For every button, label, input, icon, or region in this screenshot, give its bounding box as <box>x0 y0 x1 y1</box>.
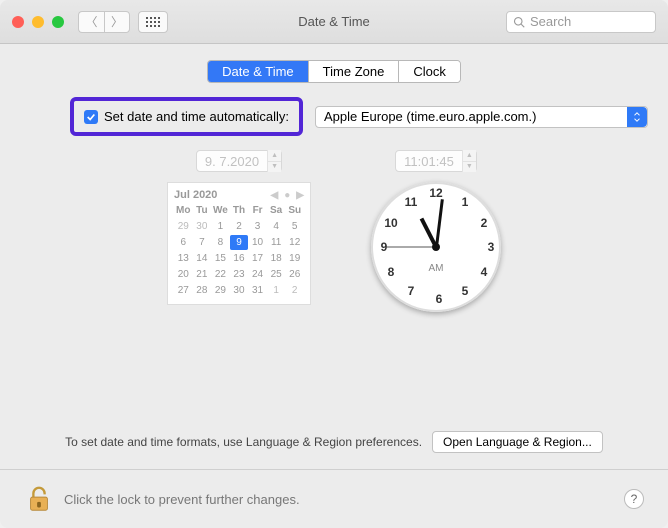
calendar-day[interactable]: 17 <box>248 251 267 266</box>
calendar-day[interactable]: 28 <box>193 283 212 298</box>
calendar-day[interactable]: 21 <box>193 267 212 282</box>
search-field[interactable]: Search <box>506 11 656 33</box>
calendar[interactable]: Jul 2020 ◀ ● ▶ MoTuWeThFrSaSu29301234567… <box>167 182 311 305</box>
calendar-day-header: Tu <box>193 205 212 218</box>
calendar-day[interactable]: 4 <box>267 219 286 234</box>
calendar-day[interactable]: 2 <box>285 283 304 298</box>
date-panel: 9. 7.2020 ▲▼ Jul 2020 ◀ ● ▶ MoTuWeThFrSa… <box>167 150 311 312</box>
lock-row: Click the lock to prevent further change… <box>20 470 648 528</box>
date-stepper[interactable]: ▲▼ <box>267 150 281 172</box>
calendar-day[interactable]: 12 <box>285 235 304 250</box>
calendar-day[interactable]: 25 <box>267 267 286 282</box>
calendar-day[interactable]: 18 <box>267 251 286 266</box>
calendar-day[interactable]: 8 <box>211 235 230 250</box>
highlight-box: Set date and time automatically: <box>70 97 303 136</box>
lock-text: Click the lock to prevent further change… <box>64 492 300 507</box>
calendar-day[interactable]: 13 <box>174 251 193 266</box>
auto-time-row: Set date and time automatically: Apple E… <box>20 97 648 136</box>
calendar-day[interactable]: 30 <box>193 219 212 234</box>
calendar-day[interactable]: 23 <box>230 267 249 282</box>
calendar-day-header: We <box>211 205 230 218</box>
search-icon <box>513 16 525 28</box>
calendar-day[interactable]: 10 <box>248 235 267 250</box>
calendar-day[interactable]: 31 <box>248 283 267 298</box>
calendar-day[interactable]: 11 <box>267 235 286 250</box>
calendar-day[interactable]: 30 <box>230 283 249 298</box>
calendar-day[interactable]: 24 <box>248 267 267 282</box>
titlebar: 〈 〉 Date & Time Search <box>0 0 668 44</box>
tab-date-time[interactable]: Date & Time <box>208 61 309 82</box>
calendar-nav: ◀ ● ▶ <box>271 190 304 201</box>
content-area: Date & Time Time Zone Clock Set date and… <box>0 44 668 528</box>
calendar-month-label: Jul 2020 <box>174 189 217 201</box>
auto-time-checkbox[interactable] <box>84 110 98 124</box>
format-hint-text: To set date and time formats, use Langua… <box>65 435 422 449</box>
open-language-region-button[interactable]: Open Language & Region... <box>432 431 603 453</box>
minute-hand <box>435 199 444 247</box>
tab-clock[interactable]: Clock <box>399 61 460 82</box>
help-button[interactable]: ? <box>624 489 644 509</box>
traffic-lights <box>12 16 64 28</box>
time-stepper[interactable]: ▲▼ <box>462 150 476 172</box>
nav-buttons: 〈 〉 <box>78 11 130 33</box>
calendar-next-icon[interactable]: ▶ <box>296 190 304 201</box>
calendar-day[interactable]: 1 <box>211 219 230 234</box>
calendar-day-header: Su <box>285 205 304 218</box>
calendar-day[interactable]: 3 <box>248 219 267 234</box>
calendar-day-header: Fr <box>248 205 267 218</box>
calendar-day[interactable]: 16 <box>230 251 249 266</box>
calendar-day[interactable]: 14 <box>193 251 212 266</box>
calendar-day-header: Sa <box>267 205 286 218</box>
calendar-day[interactable]: 19 <box>285 251 304 266</box>
minimize-window-button[interactable] <box>32 16 44 28</box>
back-button[interactable]: 〈 <box>78 11 104 33</box>
time-value: 11:01:45 <box>396 154 462 169</box>
checkmark-icon <box>86 112 96 122</box>
time-panel: 11:01:45 ▲▼ 12 1 2 3 4 5 6 7 8 9 10 11 <box>371 150 501 312</box>
date-field[interactable]: 9. 7.2020 ▲▼ <box>196 150 282 172</box>
calendar-day[interactable]: 26 <box>285 267 304 282</box>
time-field[interactable]: 11:01:45 ▲▼ <box>395 150 477 172</box>
calendar-day[interactable]: 1 <box>267 283 286 298</box>
preferences-window: 〈 〉 Date & Time Search Date & Time Time … <box>0 0 668 528</box>
calendar-day[interactable]: 6 <box>174 235 193 250</box>
search-placeholder: Search <box>530 14 571 29</box>
calendar-day[interactable]: 27 <box>174 283 193 298</box>
date-time-panels: 9. 7.2020 ▲▼ Jul 2020 ◀ ● ▶ MoTuWeThFrSa… <box>20 150 648 312</box>
calendar-day-header: Mo <box>174 205 193 218</box>
calendar-day[interactable]: 15 <box>211 251 230 266</box>
show-all-button[interactable] <box>138 11 168 33</box>
calendar-prev-icon[interactable]: ◀ <box>271 190 279 201</box>
grid-icon <box>146 17 160 27</box>
calendar-day[interactable]: 2 <box>230 219 249 234</box>
calendar-day[interactable]: 9 <box>230 235 249 250</box>
ampm-label: AM <box>429 263 444 274</box>
tab-bar: Date & Time Time Zone Clock <box>20 60 648 83</box>
calendar-day[interactable]: 29 <box>174 219 193 234</box>
dropdown-arrow-icon <box>627 107 647 127</box>
second-hand <box>386 247 436 248</box>
analog-clock: 12 1 2 3 4 5 6 7 8 9 10 11 AM <box>371 182 501 312</box>
close-window-button[interactable] <box>12 16 24 28</box>
lock-icon[interactable] <box>24 484 54 514</box>
format-hint-row: To set date and time formats, use Langua… <box>20 415 648 469</box>
calendar-day[interactable]: 5 <box>285 219 304 234</box>
calendar-day[interactable]: 22 <box>211 267 230 282</box>
calendar-day[interactable]: 7 <box>193 235 212 250</box>
auto-time-label: Set date and time automatically: <box>104 109 289 124</box>
calendar-day[interactable]: 29 <box>211 283 230 298</box>
calendar-day[interactable]: 20 <box>174 267 193 282</box>
time-server-dropdown[interactable]: Apple Europe (time.euro.apple.com.) <box>315 106 648 128</box>
zoom-window-button[interactable] <box>52 16 64 28</box>
calendar-day-header: Th <box>230 205 249 218</box>
time-server-value: Apple Europe (time.euro.apple.com.) <box>324 109 536 124</box>
tab-time-zone[interactable]: Time Zone <box>309 61 400 82</box>
date-value: 9. 7.2020 <box>197 154 267 169</box>
calendar-today-icon[interactable]: ● <box>284 190 290 201</box>
forward-button[interactable]: 〉 <box>104 11 130 33</box>
